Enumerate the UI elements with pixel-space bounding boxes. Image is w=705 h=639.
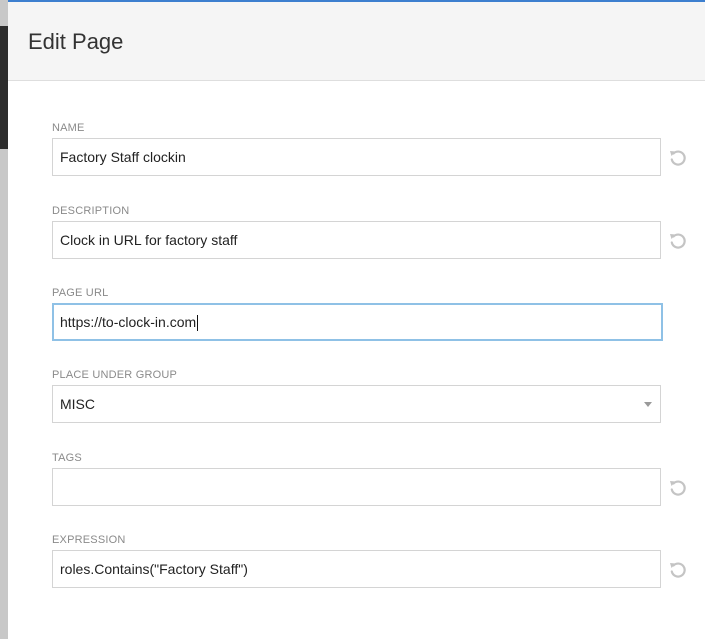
expression-label: EXPRESSION xyxy=(52,534,126,546)
description-label: DESCRIPTION xyxy=(52,205,130,217)
dialog-title: Edit Page xyxy=(28,29,124,54)
reset-tags-icon[interactable] xyxy=(667,477,689,499)
group-selected-value: MISC xyxy=(60,396,95,412)
group-label: PLACE UNDER GROUP xyxy=(52,369,178,381)
edit-page-dialog: Edit Page NAME Factory Staff clockin DES… xyxy=(8,0,705,639)
reset-expression-icon[interactable] xyxy=(667,559,689,581)
description-input[interactable]: Clock in URL for factory staff xyxy=(52,221,661,259)
background-window-edge xyxy=(0,0,8,639)
name-label: NAME xyxy=(52,122,85,134)
group-select[interactable]: MISC xyxy=(52,385,661,423)
reset-description-icon[interactable] xyxy=(667,230,689,252)
page-url-input[interactable]: https://to-clock-in.com xyxy=(52,303,663,341)
page-url-value: https://to-clock-in.com xyxy=(60,314,197,330)
tags-input[interactable] xyxy=(52,468,661,506)
reset-name-icon[interactable] xyxy=(667,147,689,169)
tags-label: TAGS xyxy=(52,452,82,464)
page-url-label: PAGE URL xyxy=(52,287,109,299)
background-dark-panel xyxy=(0,26,8,149)
text-caret xyxy=(197,315,199,332)
expression-input[interactable]: roles.Contains("Factory Staff") xyxy=(52,550,661,588)
name-input[interactable]: Factory Staff clockin xyxy=(52,138,661,176)
dialog-header: Edit Page xyxy=(8,2,705,81)
chevron-down-icon xyxy=(644,402,652,407)
